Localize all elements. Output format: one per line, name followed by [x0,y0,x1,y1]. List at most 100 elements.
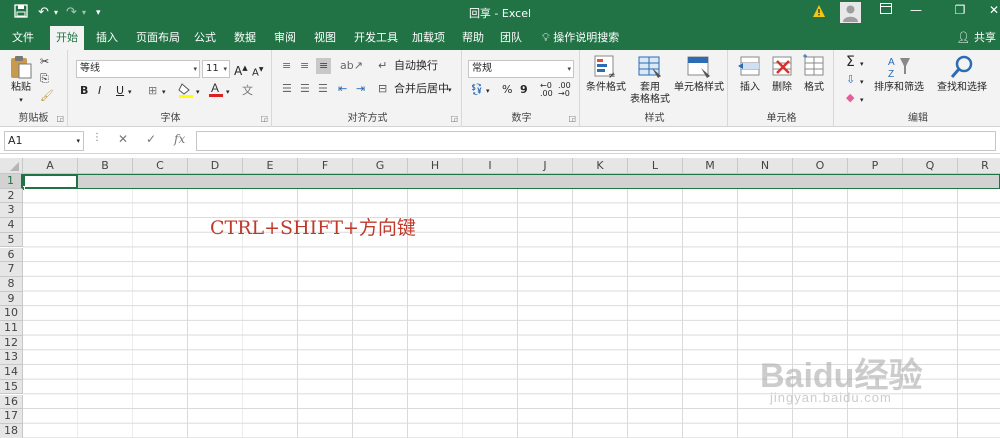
tab-file[interactable]: 文件 [6,26,40,50]
fill-icon[interactable]: ⇩ [846,72,855,88]
merge-dropdown-icon[interactable]: ▾ [448,82,452,98]
column-header-r[interactable]: R [958,158,1000,174]
fill-dropdown-icon[interactable]: ▾ [860,74,864,90]
worksheet-grid[interactable]: ABCDEFGHIJKLMNOPQR 1 2 3 4 5 6 7 8 9 10 11 12 13 14 15… [0,158,1000,438]
decrease-decimal-icon[interactable]: .00 →0 [558,82,571,98]
column-header-h[interactable]: H [408,158,463,174]
row-header-8[interactable]: 8 [0,276,23,292]
format-painter-icon[interactable]: 🖌︎ [40,88,54,104]
percent-button[interactable]: % [502,82,512,98]
paste-button[interactable]: 粘贴 ▾ [6,54,36,106]
row-header-6[interactable]: 6 [0,247,23,263]
row-header-4[interactable]: 4 [0,218,23,233]
autosum-dropdown-icon[interactable]: ▾ [860,56,864,72]
tab-developer[interactable]: 开发工具 [348,26,404,50]
font-color-dropdown-icon[interactable]: ▾ [226,84,230,100]
row-header-5[interactable]: 5 [0,232,23,248]
name-box[interactable]: A1 ▾ [4,131,84,151]
warning-icon[interactable] [812,4,826,18]
restore-icon[interactable]: ❐ [950,3,970,17]
tab-formulas[interactable]: 公式 [188,26,222,50]
clipboard-launcher-icon[interactable]: ◲ [56,114,64,123]
select-all-corner[interactable] [0,158,23,174]
conditional-formatting-button[interactable]: ≠ 条件格式 [584,54,628,94]
ribbon-display-icon[interactable] [876,3,896,17]
align-right-icon[interactable]: ☰ [318,81,328,97]
column-header-k[interactable]: K [573,158,628,174]
column-header-e[interactable]: E [243,158,298,174]
formula-bar-splitter-icon[interactable]: ⋮ [92,132,102,143]
clear-dropdown-icon[interactable]: ▾ [860,92,864,108]
wrap-text-icon[interactable]: ↵ [378,58,387,74]
decrease-indent-icon[interactable]: ⇤ [338,81,347,97]
column-header-i[interactable]: I [463,158,518,174]
copy-icon[interactable]: ⎘ [40,71,49,87]
align-left-icon[interactable]: ☰ [282,81,292,97]
row-header-10[interactable]: 10 [0,306,23,321]
tab-team[interactable]: 团队 [494,26,528,50]
tab-add-ins[interactable]: 加载项 [406,26,451,50]
column-header-f[interactable]: F [298,158,353,174]
row-header-17[interactable]: 17 [0,409,23,424]
tab-data[interactable]: 数据 [228,26,262,50]
row-header-14[interactable]: 14 [0,365,23,380]
cut-icon[interactable]: ✂ [40,54,49,70]
column-header-n[interactable]: N [738,158,793,174]
cancel-entry-button[interactable]: ✕ [118,132,128,146]
number-launcher-icon[interactable]: ◲ [568,114,576,123]
cell-styles-button[interactable]: 单元格样式 [672,54,726,94]
row-header-12[interactable]: 12 [0,335,23,351]
row-header-2[interactable]: 2 [0,188,23,204]
column-header-d[interactable]: D [188,158,243,174]
font-launcher-icon[interactable]: ◲ [260,114,268,123]
column-header-o[interactable]: O [793,158,848,174]
font-color-icon[interactable]: A [208,80,224,103]
enter-entry-button[interactable]: ✓ [146,132,156,146]
minimize-icon[interactable]: — [906,3,926,17]
formula-input[interactable] [196,131,996,151]
fill-color-icon[interactable] [178,82,194,103]
sort-filter-button[interactable]: AZ 排序和筛选 [870,54,928,94]
font-size-select[interactable]: 11 ▾ [202,60,230,78]
tab-home[interactable]: 开始 [50,26,84,50]
column-header-m[interactable]: M [683,158,738,174]
active-cell-a1[interactable] [23,174,78,189]
increase-decimal-icon[interactable]: ←0.00 [540,82,553,98]
column-header-q[interactable]: Q [903,158,958,174]
orientation-icon[interactable]: ab↗ [340,58,363,74]
column-header-l[interactable]: L [628,158,683,174]
column-header-j[interactable]: J [518,158,573,174]
column-header-g[interactable]: G [353,158,408,174]
tab-insert[interactable]: 插入 [90,26,124,50]
row-header-1[interactable]: 1 [0,174,23,189]
tab-view[interactable]: 视图 [308,26,342,50]
merge-center-button[interactable]: 合并后居中 [394,81,449,97]
accounting-format-icon[interactable]: 💱︎ [470,82,484,98]
find-select-button[interactable]: 查找和选择 [930,54,994,94]
share-button[interactable]: 👤︎ 共享 [957,26,996,50]
delete-cells-button[interactable]: 删除 [766,54,798,94]
tell-me-search[interactable]: 💡︎ 操作说明搜索 [536,26,625,50]
grow-font-button[interactable]: A▲ [234,60,248,79]
increase-indent-icon[interactable]: ⇥ [356,81,365,97]
borders-dropdown-icon[interactable]: ▾ [162,84,166,100]
close-icon[interactable]: ✕ [984,3,1000,17]
bold-button[interactable]: B [80,83,88,99]
wrap-text-button[interactable]: 自动换行 [394,58,438,74]
merge-center-icon[interactable]: ⊟ [378,81,387,97]
underline-dropdown-icon[interactable]: ▾ [128,84,132,100]
tab-page-layout[interactable]: 页面布局 [130,26,186,50]
row-header-11[interactable]: 11 [0,321,23,336]
number-format-select[interactable]: 常规 ▾ [468,60,574,78]
format-cells-button[interactable]: 格式 [798,54,830,94]
align-center-icon[interactable]: ☰ [300,81,310,97]
column-header-b[interactable]: B [78,158,133,174]
insert-cells-button[interactable]: 插入 [734,54,766,94]
align-top-icon[interactable]: ≡ [282,58,291,74]
insert-function-button[interactable]: fx [174,132,185,146]
alignment-launcher-icon[interactable]: ◲ [450,114,458,123]
column-header-a[interactable]: A [23,158,78,174]
row-header-13[interactable]: 13 [0,350,23,366]
align-middle-icon[interactable]: ≡ [300,58,309,74]
font-name-select[interactable]: 等线 ▾ [76,60,200,78]
